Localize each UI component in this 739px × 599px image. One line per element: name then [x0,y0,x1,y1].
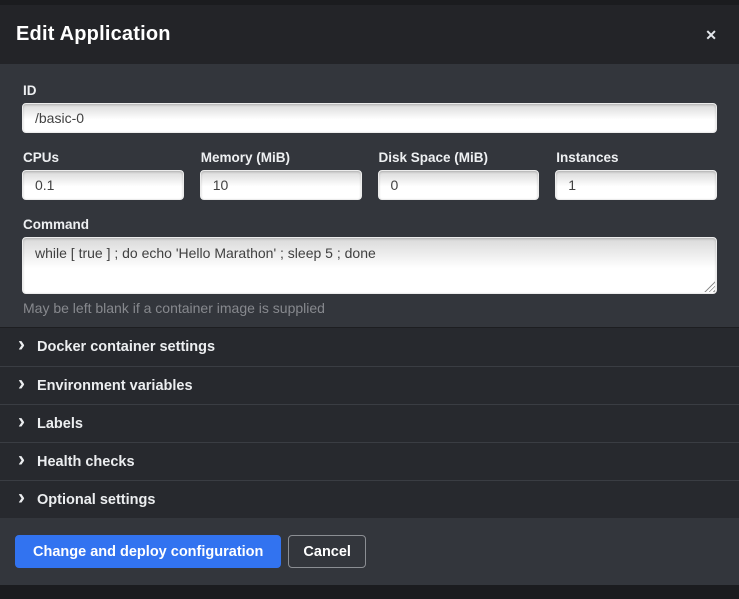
instances-label: Instances [556,150,717,165]
section-optional-settings[interactable]: › Optional settings [0,480,739,518]
section-label: Health checks [37,454,135,470]
section-label: Labels [37,416,83,432]
section-health-checks[interactable]: › Health checks [0,442,739,480]
command-field-group: Command while [ true ] ; do echo 'Hello … [22,217,717,316]
edit-application-modal: Edit Application ✕ ID CPUs Memory (MiB) … [0,5,739,585]
id-label: ID [23,83,717,98]
modal-footer: Change and deploy configuration Cancel [0,518,739,585]
section-label: Optional settings [37,492,155,508]
disk-space-label: Disk Space (MiB) [379,150,540,165]
modal-header: Edit Application ✕ [0,5,739,64]
cpus-field-group: CPUs [22,150,184,200]
command-label: Command [23,217,717,232]
cpus-input[interactable] [22,170,184,200]
disk-space-input[interactable] [378,170,540,200]
id-field-group: ID [22,83,717,133]
memory-label: Memory (MiB) [201,150,362,165]
modal-body: ID CPUs Memory (MiB) Disk Space (MiB) In… [0,64,739,327]
collapsible-sections: › Docker container settings › Environmen… [0,327,739,518]
change-and-deploy-button[interactable]: Change and deploy configuration [15,535,281,568]
instances-input[interactable] [555,170,717,200]
command-textarea[interactable]: while [ true ] ; do echo 'Hello Marathon… [22,237,717,294]
resources-row: CPUs Memory (MiB) Disk Space (MiB) Insta… [22,150,717,200]
section-docker-container-settings[interactable]: › Docker container settings [0,328,739,366]
section-label: Docker container settings [37,339,215,355]
section-environment-variables[interactable]: › Environment variables [0,366,739,404]
close-icon[interactable]: ✕ [699,24,723,46]
memory-field-group: Memory (MiB) [200,150,362,200]
command-help-text: May be left blank if a container image i… [23,300,717,316]
id-input[interactable] [22,103,717,133]
section-labels[interactable]: › Labels [0,404,739,442]
cpus-label: CPUs [23,150,184,165]
instances-field-group: Instances [555,150,717,200]
modal-title: Edit Application [16,23,171,46]
cancel-button[interactable]: Cancel [288,535,366,568]
command-textarea-wrapper: while [ true ] ; do echo 'Hello Marathon… [22,237,717,294]
memory-input[interactable] [200,170,362,200]
section-label: Environment variables [37,378,193,394]
disk-field-group: Disk Space (MiB) [378,150,540,200]
